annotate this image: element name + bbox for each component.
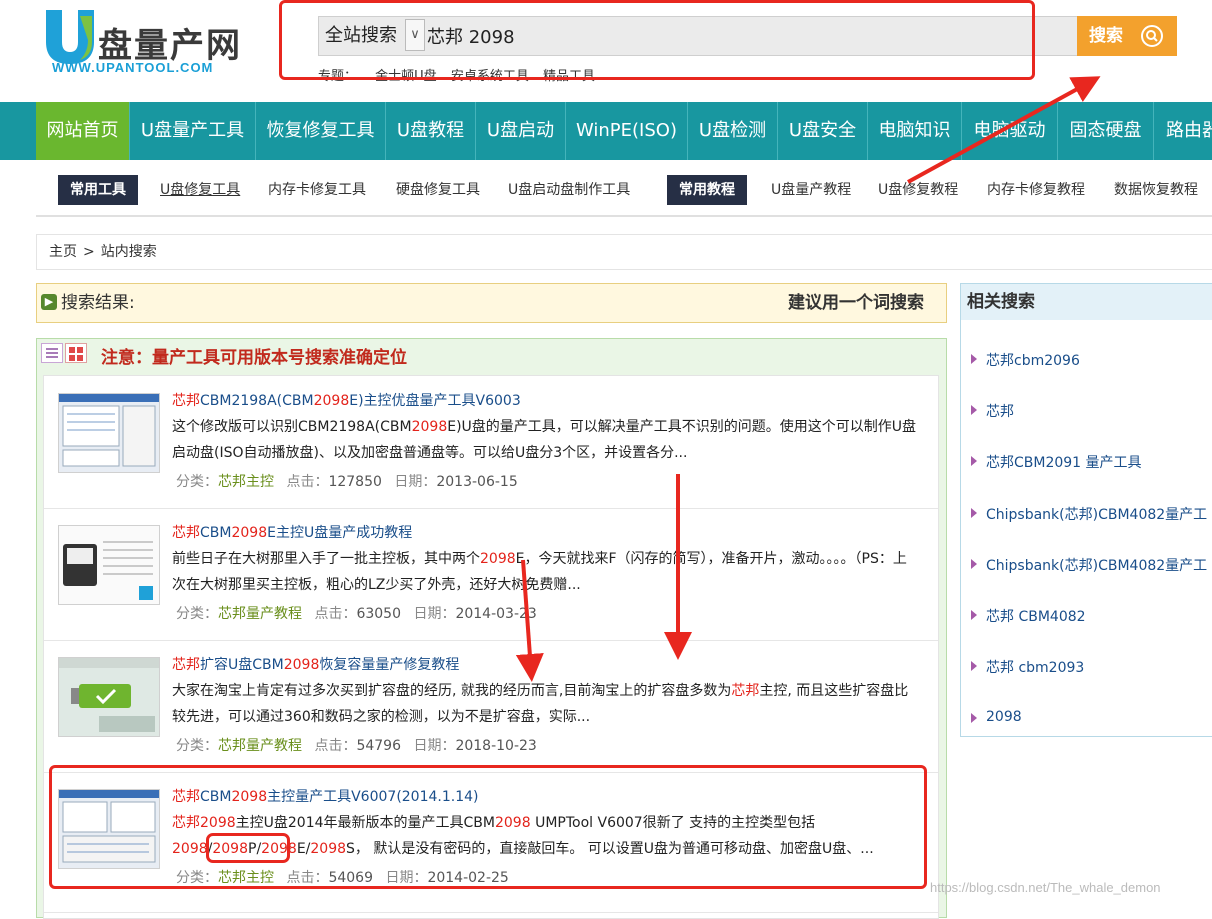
related-search-title: 相关搜索 (961, 284, 1212, 320)
search-tip: 建议用一个词搜索 (788, 293, 924, 313)
subnav-link-mp-tutorial[interactable]: U盘量产教程 (771, 175, 851, 205)
nav-item-security[interactable]: U盘安全 (778, 102, 868, 160)
site-logo[interactable]: 盘量产网 WWW.UPANTOOL.COM (40, 6, 250, 80)
nav-item-repair[interactable]: 恢复修复工具 (256, 102, 386, 160)
triangle-bullet-icon (971, 713, 977, 723)
arrow-right-icon: ▶ (41, 294, 57, 310)
triangle-bullet-icon (971, 405, 977, 415)
notice-text: 注意：量产工具可用版本号搜索准确定位 (101, 348, 407, 368)
result-thumbnail[interactable] (58, 657, 160, 737)
result-item: 芯邦CBM2198A(CBM2098E)主控优盘量产工具V6003 这个修改版可… (44, 376, 938, 509)
result-category-link[interactable]: 芯邦主控 (218, 474, 274, 490)
subnav-link-boot-maker[interactable]: U盘启动盘制作工具 (508, 175, 630, 205)
breadcrumb-separator: > (83, 244, 95, 260)
breadcrumb-home[interactable]: 主页 (49, 244, 77, 260)
main-nav: 网站首页 U盘量产工具 恢复修复工具 U盘教程 U盘启动 WinPE(ISO) … (0, 102, 1212, 160)
view-toggle (41, 343, 89, 365)
search-button[interactable]: 搜索 (1077, 16, 1177, 56)
triangle-bullet-icon (971, 456, 977, 466)
nav-item-router[interactable]: 路由器 (1154, 102, 1212, 160)
nav-item-check[interactable]: U盘检测 (688, 102, 778, 160)
annotation-box-result (49, 765, 927, 889)
triangle-bullet-icon (971, 354, 977, 364)
subnav-link-repair-tutorial[interactable]: U盘修复教程 (878, 175, 958, 205)
result-description: 大家在淘宝上肯定有过多次买到扩容盘的经历, 就我的经历而言,目前淘宝上的扩容盘多… (172, 683, 909, 725)
result-meta: 分类：芯邦量产教程 点击：63050 日期：2014-03-23 (176, 606, 537, 622)
annotation-box-search (279, 0, 1035, 80)
result-title-link[interactable]: 芯邦CBM2198A(CBM2098E)主控优盘量产工具V6003 (172, 390, 521, 410)
tutorials-tag: 常用教程 (667, 175, 747, 205)
logo-url: WWW.UPANTOOL.COM (52, 60, 214, 75)
result-thumbnail[interactable] (58, 525, 160, 605)
nav-item-home[interactable]: 网站首页 (36, 102, 130, 160)
watermark-text: https://blog.csdn.net/The_whale_demon (930, 880, 1161, 895)
nav-item-pc[interactable]: 电脑知识 (868, 102, 962, 160)
result-category-link[interactable]: 芯邦量产教程 (218, 738, 302, 754)
subnav-link-usb-repair[interactable]: U盘修复工具 (160, 175, 240, 205)
result-description: 这个修改版可以识别CBM2198A(CBM2098E)U盘的量产工具，可以解决量… (172, 419, 917, 461)
result-item: 芯邦扩容U盘CBM2098恢复容量量产修复教程 大家在淘宝上肯定有过多次买到扩容… (44, 640, 938, 773)
nav-item-tools[interactable]: U盘量产工具 (130, 102, 256, 160)
nav-item-winpe[interactable]: WinPE(ISO) (566, 102, 688, 160)
grid-view-icon[interactable] (65, 343, 87, 363)
nav-item-driver[interactable]: 电脑驱动 (962, 102, 1058, 160)
related-search-panel: 相关搜索 芯邦cbm2096 芯邦 芯邦CBM2091 量产工具 Chipsba… (960, 283, 1212, 737)
subnav-link-recovery-tutorial[interactable]: 数据恢复教程 (1114, 175, 1198, 205)
subnav-link-card-repair[interactable]: 内存卡修复工具 (268, 175, 366, 205)
nav-item-ssd[interactable]: 固态硬盘 (1058, 102, 1154, 160)
list-view-icon[interactable] (41, 343, 63, 363)
subnav-link-disk-repair[interactable]: 硬盘修复工具 (396, 175, 480, 205)
tools-tag: 常用工具 (58, 175, 138, 205)
result-meta: 分类：芯邦主控 点击：127850 日期：2013-06-15 (176, 474, 518, 490)
triangle-bullet-icon (971, 508, 977, 518)
result-category-link[interactable]: 芯邦量产教程 (218, 606, 302, 622)
breadcrumb-current: 站内搜索 (100, 244, 157, 260)
triangle-bullet-icon (971, 559, 977, 569)
result-item: 芯邦CBM2098E主控U盘量产成功教程 前些日子在大树那里入手了一批主控板，其… (44, 508, 938, 641)
result-meta: 分类：芯邦量产教程 点击：54796 日期：2018-10-23 (176, 738, 537, 754)
nav-item-tutorial[interactable]: U盘教程 (386, 102, 476, 160)
logo-u-icon (46, 10, 94, 64)
results-title: 搜索结果: (61, 293, 135, 313)
result-title-link[interactable]: 芯邦CBM2098E主控U盘量产成功教程 (172, 522, 412, 542)
triangle-bullet-icon (971, 661, 977, 671)
triangle-bullet-icon (971, 610, 977, 620)
breadcrumb: 主页 > 站内搜索 (36, 234, 1212, 270)
results-header: ▶ 搜索结果: 建议用一个词搜索 (36, 283, 947, 323)
result-thumbnail[interactable] (58, 393, 160, 473)
subnav-link-card-tutorial[interactable]: 内存卡修复教程 (987, 175, 1085, 205)
search-icon (1141, 25, 1163, 47)
nav-item-boot[interactable]: U盘启动 (476, 102, 566, 160)
search-button-label: 搜索 (1089, 26, 1123, 46)
annotation-box-keyword (206, 833, 290, 863)
sub-nav: 常用工具 U盘修复工具 内存卡修复工具 硬盘修复工具 U盘启动盘制作工具 常用教… (36, 161, 1212, 217)
result-description: 前些日子在大树那里入手了一批主控板，其中两个2098E，今天就找来F（闪存的简写… (172, 551, 907, 593)
result-title-link[interactable]: 芯邦扩容U盘CBM2098恢复容量量产修复教程 (172, 654, 459, 674)
